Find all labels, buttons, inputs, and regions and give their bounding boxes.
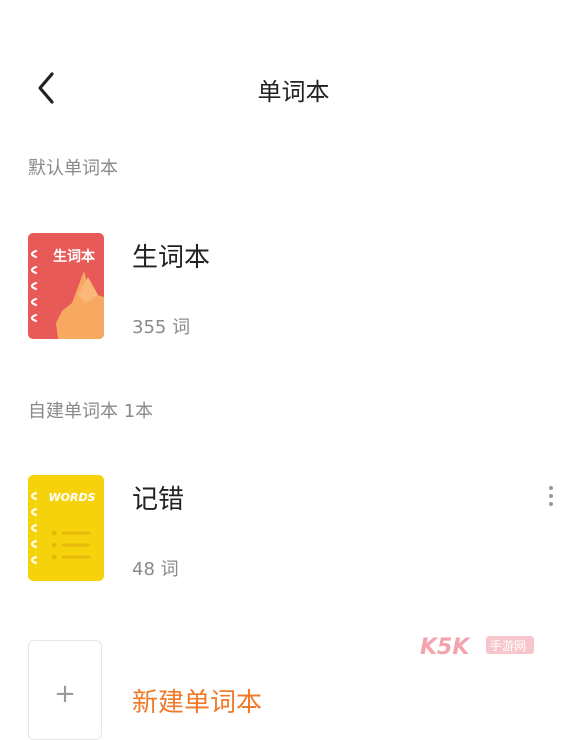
book-item-mistakes[interactable]: WORDS 记错 48 词 [0, 475, 587, 595]
book-name: 记错 [132, 485, 185, 515]
top-bar: 单词本 [0, 50, 587, 126]
svg-text:K5K: K5K [420, 635, 471, 660]
k5k-logo-icon: K5K 手游网 [420, 635, 534, 660]
cover-label: WORDS [48, 491, 95, 504]
add-wordbook-box[interactable]: + [28, 640, 102, 740]
page-title: 单词本 [257, 78, 330, 106]
yellow-notebook-cover-icon: WORDS [28, 475, 104, 581]
book-name: 生词本 [132, 243, 211, 273]
word-count: 355 词 [132, 317, 191, 338]
book-cover: 生词本 [28, 233, 104, 339]
book-item-new-words[interactable]: 生词本 生词本 355 词 [0, 233, 587, 353]
section-label-custom: 自建单词本 1本 [28, 401, 154, 422]
watermark-logo: K5K 手游网 [420, 632, 535, 660]
red-notebook-cover-icon: 生词本 [28, 233, 104, 339]
plus-icon: + [54, 679, 76, 709]
svg-text:手游网: 手游网 [490, 639, 526, 653]
create-wordbook-button[interactable]: 新建单词本 [132, 682, 262, 719]
section-label-default: 默认单词本 [28, 158, 118, 179]
word-count: 48 词 [132, 559, 179, 580]
cover-label: 生词本 [53, 248, 96, 265]
more-options-button[interactable] [543, 481, 559, 511]
vertical-dots-icon [549, 486, 553, 506]
book-cover: WORDS [28, 475, 104, 581]
